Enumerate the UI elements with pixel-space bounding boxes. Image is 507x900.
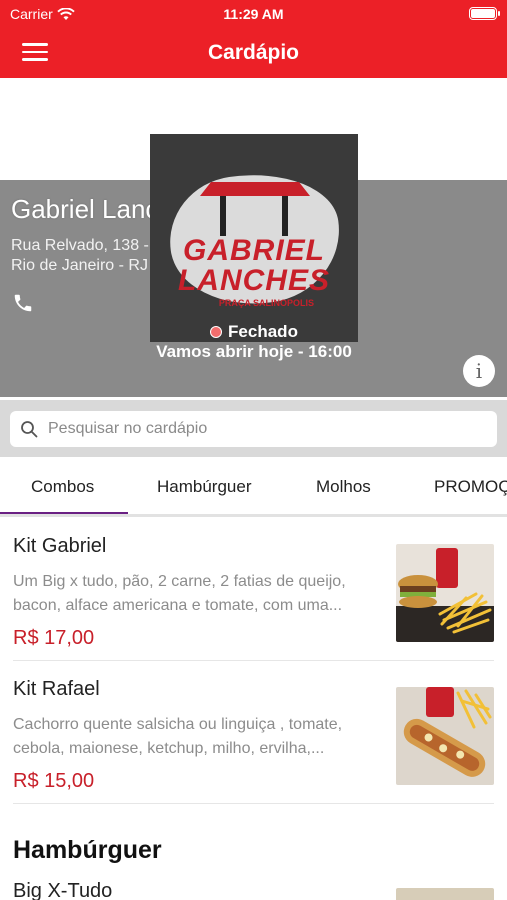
tab-hamburguer[interactable]: Hambúrguer xyxy=(157,477,252,497)
category-tabs: Combos Hambúrguer Molhos PROMOÇ xyxy=(0,457,507,517)
item-photo-burger-fries xyxy=(396,544,494,642)
status-bar: Carrier 11:29 AM xyxy=(0,0,507,28)
tab-molhos[interactable]: Molhos xyxy=(316,477,371,497)
item-photo-big-x-tudo xyxy=(396,888,494,900)
item-name: Kit Rafael xyxy=(13,678,100,700)
item-price: R$ 15,00 xyxy=(13,770,95,792)
item-name: Kit Gabriel xyxy=(13,535,107,557)
battery-icon xyxy=(469,7,500,20)
clock: 11:29 AM xyxy=(223,6,284,22)
page-title: Cardápio xyxy=(207,41,299,64)
store-logo: GABRIEL LANCHES PRAÇA SALINOPOLIS xyxy=(150,134,358,342)
item-photo-hotdog-fries xyxy=(396,687,494,785)
info-icon[interactable]: i xyxy=(463,355,495,387)
tab-combos[interactable]: Combos xyxy=(31,477,94,497)
store-address-line2: Rio de Janeiro - RJ xyxy=(11,257,148,274)
active-tab-indicator xyxy=(0,512,128,514)
item-description: Um Big x tudo, pão, 2 carne, 2 fatias de… xyxy=(13,573,346,614)
menu-item-kit-gabriel[interactable]: Kit Gabriel Um Big x tudo, pão, 2 carne,… xyxy=(13,518,494,661)
menu-item-big-x-tudo[interactable]: Big X-Tudo xyxy=(13,880,112,900)
section-title-hamburguer: Hambúrguer xyxy=(13,836,162,864)
search-bar-container xyxy=(0,400,507,457)
logo-text-line2: LANCHES xyxy=(177,264,330,297)
search-icon xyxy=(21,421,38,438)
status-text: Fechado xyxy=(228,322,298,341)
phone-icon[interactable] xyxy=(12,292,34,314)
search-input[interactable] xyxy=(48,420,468,438)
nav-bar: Cardápio xyxy=(0,28,507,78)
store-status: Fechado xyxy=(150,322,358,342)
opening-time: Vamos abrir hoje - 16:00 xyxy=(156,342,352,361)
item-price: R$ 17,00 xyxy=(13,627,95,649)
tab-promocoes[interactable]: PROMOÇ xyxy=(434,477,507,497)
item-description: Cachorro quente salsicha ou linguiça , t… xyxy=(13,716,343,757)
search-box[interactable] xyxy=(10,411,497,447)
logo-tagline: PRAÇA SALINOPOLIS xyxy=(218,298,314,308)
logo-text-line1: GABRIEL xyxy=(183,234,325,267)
menu-item-kit-rafael[interactable]: Kit Rafael Cachorro quente salsicha ou l… xyxy=(13,661,494,804)
status-dot-icon xyxy=(210,326,223,338)
